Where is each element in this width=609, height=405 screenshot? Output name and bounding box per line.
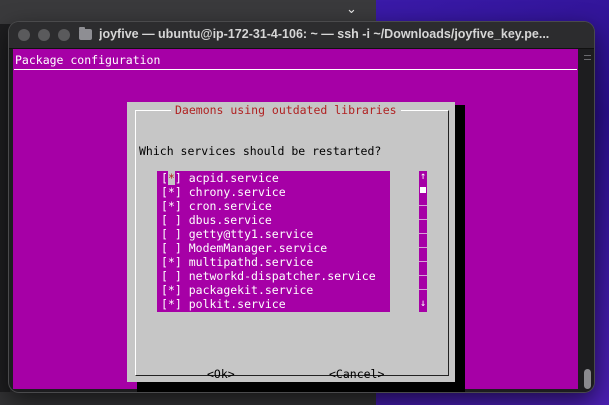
folder-icon: [79, 27, 92, 40]
service-list-item[interactable]: [*] packagekit.service: [157, 283, 390, 297]
terminal-scrollbar[interactable]: [581, 49, 594, 392]
scroll-track-tick: [419, 205, 427, 206]
scroll-track-tick: [419, 247, 427, 248]
service-list-item[interactable]: [*] acpid.service: [157, 171, 390, 185]
service-name: dbus.service: [188, 213, 272, 227]
service-list-item[interactable]: [ ] networkd-dispatcher.service: [157, 269, 390, 283]
service-checkbox[interactable]: [*]: [161, 199, 182, 213]
service-checkbox[interactable]: [ ]: [161, 213, 182, 227]
text-cursor: *: [167, 171, 175, 185]
service-list-item[interactable]: [*] multipathd.service: [157, 255, 390, 269]
service-list-item[interactable]: [ ] getty@tty1.service: [157, 227, 390, 241]
service-checkbox[interactable]: [ ]: [161, 227, 182, 241]
service-name: cron.service: [188, 199, 272, 213]
service-checkbox[interactable]: [ ]: [161, 241, 182, 255]
checklist-scrollbar[interactable]: ↑ ↓: [419, 171, 427, 312]
dialog-question: Which services should be restarted?: [139, 144, 382, 158]
service-list-item[interactable]: [*] chrony.service: [157, 185, 390, 199]
service-checkbox[interactable]: [*]: [161, 283, 182, 297]
scroll-track-tick: [419, 261, 427, 262]
service-name: packagekit.service: [188, 283, 314, 297]
cancel-button[interactable]: <Cancel>: [329, 366, 384, 382]
service-checkbox[interactable]: [*]: [161, 255, 182, 269]
service-name: acpid.service: [188, 171, 279, 185]
scroll-down-arrow-icon[interactable]: ↓: [419, 298, 427, 310]
service-name: chrony.service: [188, 185, 286, 199]
service-checkbox[interactable]: [*]: [161, 185, 182, 199]
service-checkbox[interactable]: [*]: [161, 297, 182, 311]
service-name: getty@tty1.service: [188, 227, 314, 241]
scroll-track-tick: [419, 219, 427, 220]
service-name: multipathd.service: [188, 255, 314, 269]
service-list-item[interactable]: [ ] dbus.service: [157, 213, 390, 227]
zoom-window-button[interactable]: [58, 29, 70, 41]
terminal-scroll-thumb[interactable]: [584, 369, 591, 389]
service-name: polkit.service: [188, 297, 286, 311]
close-window-button[interactable]: [18, 29, 30, 41]
service-checkbox[interactable]: [*]: [161, 171, 182, 185]
scroll-thumb[interactable]: [420, 187, 426, 193]
scroll-track-tick: [419, 233, 427, 234]
service-list-item[interactable]: [ ] ModemManager.service: [157, 241, 390, 255]
service-list-item[interactable]: [*] cron.service: [157, 199, 390, 213]
service-list-item[interactable]: [*] polkit.service: [157, 297, 390, 311]
service-name: networkd-dispatcher.service: [188, 269, 376, 283]
restart-services-dialog: Daemons using outdated libraries Which s…: [127, 102, 455, 382]
header-divider: [14, 69, 577, 70]
window-title: joyfive — ubuntu@ip-172-31-4-106: ~ — ss…: [99, 27, 550, 41]
service-checkbox[interactable]: [ ]: [161, 269, 182, 283]
background-window-strip: [0, 0, 376, 24]
service-name: ModemManager.service: [188, 241, 328, 255]
scroll-track-tick: [584, 59, 591, 60]
scroll-track-tick: [584, 55, 591, 56]
background-window-bottom: [0, 392, 376, 405]
services-checklist[interactable]: [*] acpid.service [*] chrony.service [*] c…: [157, 171, 390, 312]
terminal-window[interactable]: joyfive — ubuntu@ip-172-31-4-106: ~ — ss…: [9, 22, 594, 392]
ok-button[interactable]: <Ok>: [207, 366, 235, 382]
minimize-window-button[interactable]: [38, 29, 50, 41]
scroll-track-tick: [419, 289, 427, 290]
terminal-screen[interactable]: Package configuration Daemons using outd…: [13, 49, 578, 392]
package-config-header: Package configuration: [15, 53, 161, 67]
dialog-title: Daemons using outdated libraries: [171, 102, 401, 118]
scroll-up-arrow-icon[interactable]: ↑: [419, 171, 427, 183]
title-bar[interactable]: joyfive — ubuntu@ip-172-31-4-106: ~ — ss…: [9, 22, 594, 49]
scroll-track-tick: [419, 275, 427, 276]
chevron-down-icon[interactable]: ⌄: [346, 2, 357, 17]
